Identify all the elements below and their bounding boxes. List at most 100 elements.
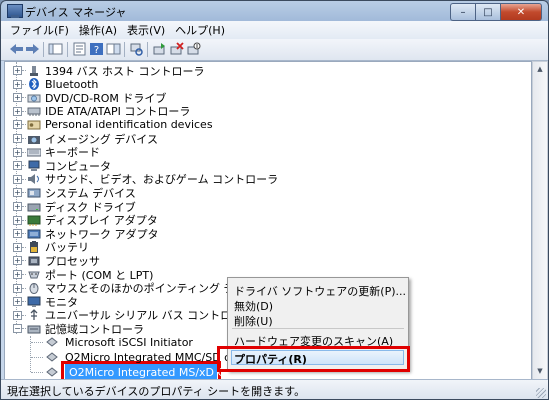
status-text: 現在選択しているデバイスのプロパティ シートを開きます。 xyxy=(7,385,306,398)
status-bar: 現在選択しているデバイスのプロパティ シートを開きます。 xyxy=(1,379,548,399)
tree-category-item[interactable]: キーボード xyxy=(27,146,100,159)
scroll-up-icon[interactable]: ▲ xyxy=(534,63,546,76)
ctx-disable[interactable]: 無効(D) xyxy=(234,298,273,314)
expand-toggle-icon[interactable]: + xyxy=(13,229,22,239)
expand-toggle-icon[interactable]: + xyxy=(13,310,22,320)
tree-category-label: Bluetooth xyxy=(45,77,99,91)
scroll-down-icon[interactable]: ▼ xyxy=(534,365,546,378)
expand-toggle-icon[interactable]: + xyxy=(13,79,22,89)
menu-action[interactable]: 操作(A) xyxy=(74,22,122,38)
expand-toggle-icon[interactable]: + xyxy=(13,297,22,307)
cdrom-icon xyxy=(27,92,41,104)
expand-toggle-icon[interactable]: + xyxy=(13,242,22,252)
update-driver-icon[interactable] xyxy=(152,42,167,56)
expand-toggle-icon[interactable]: + xyxy=(13,215,22,225)
expand-toggle-icon[interactable]: + xyxy=(13,147,22,157)
toolbar: ? xyxy=(1,39,548,61)
tree-category-item[interactable]: プロセッサ xyxy=(27,254,100,268)
window-title: デバイス マネージャ xyxy=(25,6,127,19)
firewire-icon xyxy=(27,65,41,77)
child-device-icon xyxy=(45,351,59,363)
tree-category-item[interactable]: DVD/CD-ROM ドライブ xyxy=(27,91,166,105)
battery-icon xyxy=(27,241,41,254)
ctx-update-driver[interactable]: ドライバ ソフトウェアの更新(P)... xyxy=(234,283,406,299)
bluetooth-icon xyxy=(27,78,41,91)
ctx-uninstall[interactable]: 削除(U) xyxy=(234,313,273,329)
menu-view[interactable]: 表示(V) xyxy=(122,22,170,38)
computer-icon xyxy=(27,160,41,172)
expand-toggle-icon[interactable]: + xyxy=(13,120,22,130)
expand-toggle-icon[interactable]: + xyxy=(13,134,22,143)
tree-category-item[interactable]: ディスプレイ アダプタ xyxy=(27,214,158,227)
disable-device-icon[interactable] xyxy=(186,42,201,56)
tree-category-item[interactable]: システム デバイス xyxy=(27,186,136,200)
tree-category-item[interactable]: 記憶域コントローラ xyxy=(27,322,144,336)
menu-help[interactable]: ヘルプ(H) xyxy=(170,22,230,38)
expand-toggle-icon[interactable]: + xyxy=(13,256,22,266)
menu-bar: ファイル(F) 操作(A) 表示(V) ヘルプ(H) xyxy=(1,21,548,39)
device-manager-icon xyxy=(7,4,23,18)
sound-icon xyxy=(27,173,41,185)
expand-toggle-icon[interactable]: + xyxy=(13,174,22,184)
resize-grip[interactable] xyxy=(536,388,546,398)
tree-category-item[interactable]: ポート (COM と LPT) xyxy=(27,268,153,282)
camera-icon xyxy=(27,133,41,145)
callout-box-properties xyxy=(217,346,410,372)
child-device-icon xyxy=(45,336,59,348)
vertical-scrollbar[interactable]: ▲ ▼ xyxy=(532,61,548,380)
ide-icon xyxy=(27,105,41,117)
expand-toggle-icon[interactable]: + xyxy=(13,202,22,211)
tree-category-item[interactable]: サウンド、ビデオ、およびゲーム コントローラ xyxy=(27,173,278,186)
expand-toggle-icon[interactable]: + xyxy=(13,66,22,75)
disk-drive-icon xyxy=(27,201,41,213)
expand-toggle-icon[interactable]: + xyxy=(13,161,22,171)
processor-icon xyxy=(27,255,41,267)
title-bar[interactable]: デバイス マネージャ – □ ✕ xyxy=(1,1,548,21)
tree-category-item[interactable]: コンピュータ xyxy=(27,159,111,173)
id-device-icon xyxy=(27,119,41,131)
monitor-icon xyxy=(27,296,41,308)
expand-toggle-icon[interactable]: − xyxy=(13,324,22,334)
usb-icon xyxy=(27,309,41,321)
uninstall-icon[interactable] xyxy=(169,42,184,56)
maximize-button[interactable]: □ xyxy=(475,3,500,21)
tree-category-item[interactable]: Personal identification devices xyxy=(27,118,213,131)
help-icon[interactable]: ? xyxy=(89,42,104,56)
tree-category-item[interactable]: バッテリ xyxy=(27,241,89,254)
console-tree-icon[interactable] xyxy=(48,42,63,56)
tree-category-item[interactable]: ディスク ドライブ xyxy=(27,200,136,214)
tree-category-item[interactable]: ユニバーサル シリアル バス コントローラ xyxy=(27,309,253,322)
scan-hardware-icon[interactable] xyxy=(129,42,144,56)
tree-device-item[interactable]: Microsoft iSCSI Initiator xyxy=(65,336,193,349)
tree-category-item[interactable]: IDE ATA/ATAPI コントローラ xyxy=(27,105,190,118)
port-icon xyxy=(27,269,41,281)
display-adapter-icon xyxy=(27,214,41,227)
close-button[interactable]: ✕ xyxy=(500,3,542,21)
expand-toggle-icon[interactable]: + xyxy=(13,188,22,198)
system-device-icon xyxy=(27,187,41,199)
forward-arrow-icon[interactable] xyxy=(25,42,40,56)
tree-category-item[interactable]: Bluetooth xyxy=(27,78,98,91)
storage-controller-icon xyxy=(27,323,41,335)
keyboard-icon xyxy=(27,146,41,158)
view-pane-icon[interactable] xyxy=(106,42,121,56)
back-arrow-icon[interactable] xyxy=(9,42,24,56)
tree-category-item[interactable]: ネットワーク アダプタ xyxy=(27,227,159,241)
tree-category-item[interactable]: イメージング デバイス xyxy=(27,132,158,146)
tree-category-label: Personal identification devices xyxy=(45,118,213,132)
tree-category-item[interactable]: 1394 バス ホスト コントローラ xyxy=(27,64,204,78)
expand-toggle-icon[interactable]: + xyxy=(13,283,22,293)
tree-category-item[interactable]: モニタ xyxy=(27,295,78,309)
expand-toggle-icon[interactable]: + xyxy=(13,93,22,103)
device-label: Microsoft iSCSI Initiator xyxy=(65,336,193,349)
tree-category-label: IDE ATA/ATAPI コントローラ xyxy=(45,105,191,119)
expand-toggle-icon[interactable]: + xyxy=(13,106,22,116)
expand-toggle-icon[interactable]: + xyxy=(13,270,22,279)
tree-category-label: 記憶域コントローラ xyxy=(45,322,144,336)
network-adapter-icon xyxy=(27,228,41,240)
child-device-icon xyxy=(45,366,59,378)
minimize-button[interactable]: – xyxy=(450,3,475,21)
properties-sheet-icon[interactable] xyxy=(72,42,87,56)
mouse-icon xyxy=(27,282,41,295)
menu-file[interactable]: ファイル(F) xyxy=(5,22,74,38)
